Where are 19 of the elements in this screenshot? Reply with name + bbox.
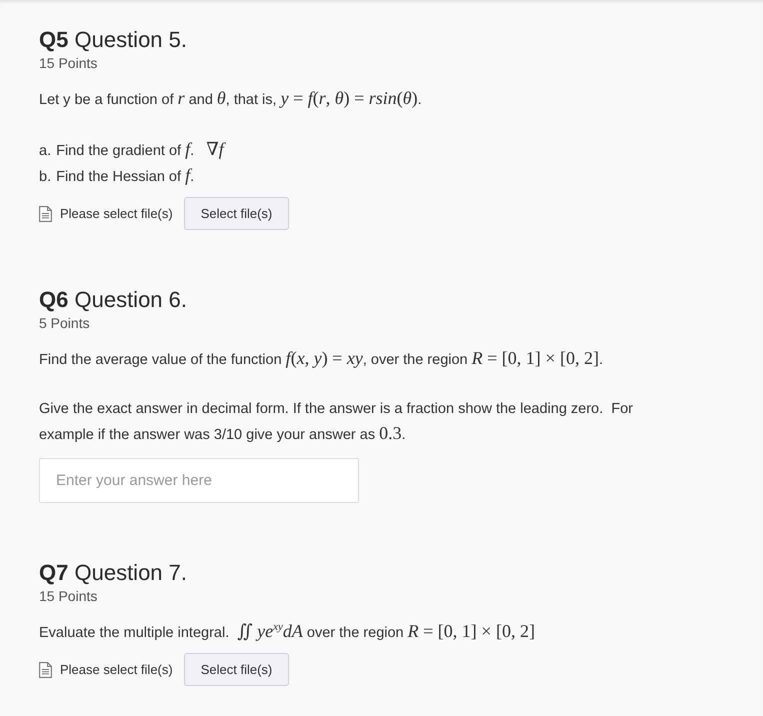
select-file-button[interactable]: Select file(s) — [184, 653, 290, 686]
document-icon — [39, 206, 52, 222]
question-title: Q5 Question 5. — [39, 27, 187, 53]
answer-input-field[interactable]: Enter your answer here — [39, 458, 359, 503]
file-status-text: Please select file(s) — [60, 206, 173, 221]
select-file-button[interactable]: Select file(s) — [184, 197, 290, 230]
question-text: Give the exact answer in decimal form. If the answer is a fraction show the leading zero. For example if the answer was 3/10 give your answer as 0.3. — [39, 400, 634, 445]
document-icon — [39, 662, 52, 678]
list-item: a. Find the gradient of f. ∇f — [39, 138, 224, 161]
file-status-text: Please select file(s) — [60, 662, 173, 677]
list-item: b. Find the Hessian of f. — [39, 164, 194, 187]
question-title: Q6 Question 6. — [39, 287, 187, 313]
points-label: 5 Points — [39, 314, 90, 333]
question-text: Let y be a function of r and θ, that is, y = f(r, θ) = rsin(θ). — [39, 87, 422, 110]
points-label: 15 Points — [39, 54, 98, 73]
question-text: Find the average value of the function f(x, y) = xy, over the region R = [0, 1] × [0, 2]. — [39, 347, 603, 370]
question-text: Evaluate the multiple integral. ∬ ye$^{xy}$dA over the region R = [0, 1] × [0, 2] — [39, 620, 535, 643]
question-title: Q7 Question 7. — [39, 560, 187, 586]
points-label: 15 Points — [39, 587, 98, 606]
